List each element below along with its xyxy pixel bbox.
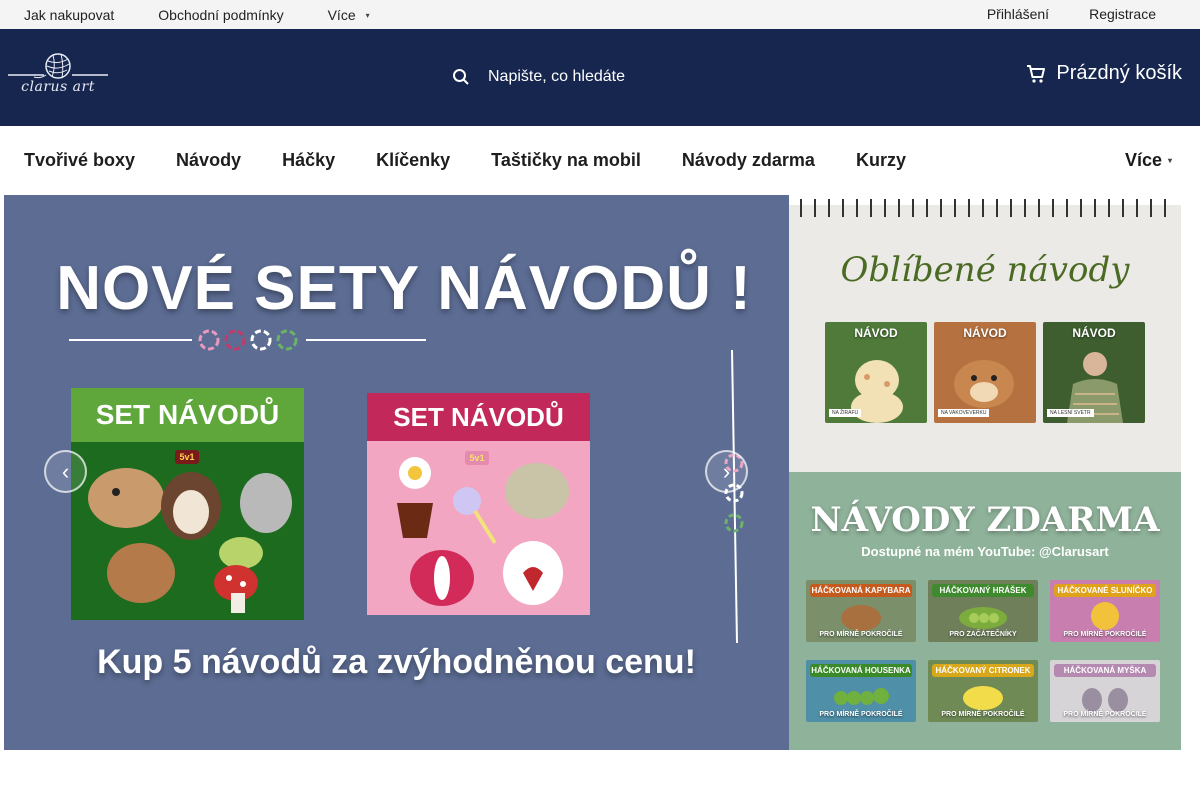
giraffe-toy-image — [851, 360, 903, 423]
search-box[interactable]: Napište, co hledáte — [452, 62, 625, 92]
chevron-down-icon: ▾ — [1167, 156, 1172, 165]
pattern-thumb-tag: NA ŽIRAFU — [829, 409, 862, 417]
link-how-to-buy[interactable]: Jak nakupovat — [24, 7, 114, 23]
free-patterns-banner[interactable]: NÁVODY ZDARMA Dostupné na mém YouTube: @… — [789, 472, 1181, 750]
free-pattern-tile-level: PRO ZAČÁTEČNÍKY — [949, 631, 1017, 638]
cart-label: Prázdný košík — [1056, 62, 1182, 84]
search-placeholder: Napište, co hledáte — [488, 68, 625, 85]
pattern-thumb-tag: NA VAKOVEVERKU — [938, 409, 990, 417]
hero-promo-text: Kup 5 návodů za zvýhodněnou cenu! — [97, 643, 696, 681]
pattern-thumb-giraffe[interactable]: NÁVOD NA ŽIRAFU — [825, 322, 927, 423]
free-pattern-tile[interactable]: HÁČKOVANÁ HOUSENKA PRO MÍRNĚ POKROČILÉ — [806, 660, 916, 722]
nav-more-label: Více — [1124, 150, 1162, 170]
topbar-more-menu[interactable]: Více ▾ — [328, 7, 370, 23]
pattern-thumb-sweater[interactable]: NÁVOD NA LESNÍ SVETR — [1043, 322, 1145, 423]
flower-icon — [198, 329, 298, 351]
set-card-green[interactable]: SET NÁVODŮ 5v1 — [71, 388, 304, 620]
sweater-image — [1067, 352, 1123, 423]
nav-item-courses[interactable]: Kurzy — [856, 150, 906, 171]
nav-more-menu[interactable]: Více ▾ — [1125, 150, 1172, 171]
cart-button[interactable]: Prázdný košík — [1026, 62, 1182, 85]
free-pattern-tile-level: PRO MÍRNĚ POKROČILÉ — [819, 631, 903, 638]
main-navigation: Tvořivé boxy Návody Háčky Klíčenky Tašti… — [0, 126, 1200, 195]
login-link[interactable]: Přihlášení — [987, 6, 1049, 22]
chevron-down-icon: ▾ — [365, 10, 370, 20]
free-pattern-tile[interactable]: HÁČKOVANÝ CITRONEK PRO MÍRNĚ POKROČILÉ — [928, 660, 1038, 722]
nav-item-keychains[interactable]: Klíčenky — [376, 150, 450, 171]
nav-item-free-patterns[interactable]: Návody zdarma — [682, 150, 815, 171]
free-patterns-title: NÁVODY ZDARMA — [810, 500, 1160, 540]
chevron-right-icon: › — [722, 458, 731, 484]
set-card-pink[interactable]: SET NÁVODŮ 5v1 — [367, 393, 590, 615]
top-utility-bar: Jak nakupovat Obchodní podmínky Více ▾ P… — [0, 0, 1200, 29]
popular-patterns-title: Oblíbené návody — [840, 250, 1130, 290]
free-pattern-tile-level: PRO MÍRNĚ POKROČILÉ — [819, 711, 903, 718]
hero-banner[interactable]: NOVÉ SETY NÁVODŮ ! SET NÁVODŮ 5v1 SET NÁ… — [4, 195, 789, 750]
free-patterns-subtitle: Dostupné na mém YouTube: @Clarusart — [861, 544, 1109, 559]
carousel-prev-button[interactable]: ‹ — [44, 450, 87, 493]
search-icon — [453, 69, 469, 85]
free-pattern-tile-level: PRO MÍRNĚ POKROČILÉ — [1063, 631, 1147, 638]
crochet-toys-image — [88, 468, 292, 613]
nav-item-creative-boxes[interactable]: Tvořivé boxy — [24, 150, 135, 171]
chevron-left-icon: ‹ — [61, 458, 70, 484]
nav-item-phone-bags[interactable]: Taštičky na mobil — [491, 150, 641, 171]
free-pattern-tile[interactable]: HÁČKOVANÁ MYŠKA PRO MÍRNĚ POKROČILÉ — [1050, 660, 1160, 722]
squirrel-toy-image — [954, 360, 1014, 408]
popular-patterns-banner[interactable]: Oblíbené návody NÁVOD NA ŽIRAFU NÁVOD NA… — [789, 195, 1181, 472]
logo-text: clarus art — [21, 79, 95, 95]
nav-item-hooks[interactable]: Háčky — [282, 150, 335, 171]
free-pattern-tile-level: PRO MÍRNĚ POKROČILÉ — [941, 711, 1025, 718]
register-link[interactable]: Registrace — [1089, 6, 1156, 22]
pattern-thumb-squirrel[interactable]: NÁVOD NA VAKOVEVERKU — [934, 322, 1036, 423]
pattern-thumb-tag: NA LESNÍ SVETR — [1047, 409, 1094, 417]
spiral-binding-icon — [789, 195, 1181, 217]
free-pattern-tile[interactable]: HÁČKOVANÝ HRÁŠEK PRO ZAČÁTEČNÍKY — [928, 580, 1038, 642]
yarn-ball-icon — [8, 53, 108, 79]
free-pattern-tile[interactable]: HÁČKOVANÉ SLUNÍČKO PRO MÍRNĚ POKROČILÉ — [1050, 580, 1160, 642]
carousel-next-button[interactable]: › — [705, 450, 748, 493]
nav-item-patterns[interactable]: Návody — [176, 150, 241, 171]
site-header: clarus art Napište, co hledáte Prázdný k… — [0, 29, 1200, 126]
crochet-flowers-image — [397, 457, 569, 606]
link-terms[interactable]: Obchodní podmínky — [158, 7, 283, 23]
free-pattern-tile[interactable]: HÁČKOVANÁ KAPYBARA PRO MÍRNĚ POKROČILÉ — [806, 580, 916, 642]
cart-icon — [1027, 64, 1046, 83]
free-pattern-tile-level: PRO MÍRNĚ POKROČILÉ — [1063, 711, 1147, 718]
topbar-more-label: Více — [327, 7, 356, 23]
